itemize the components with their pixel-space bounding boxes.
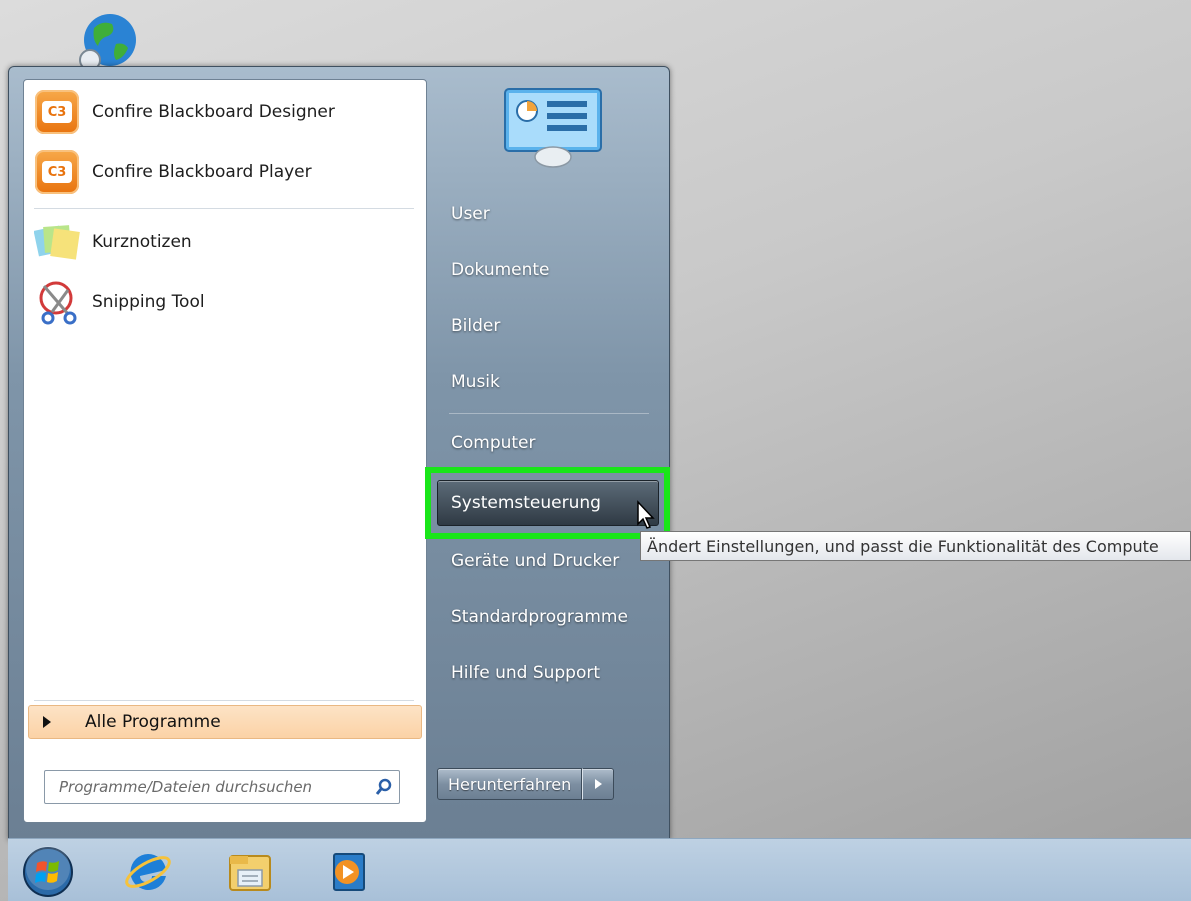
places-label: Bilder [451, 316, 501, 336]
places-item-standardprogramme[interactable]: Standardprogramme [439, 598, 661, 636]
arrow-right-icon [594, 779, 602, 789]
places-label: Systemsteuerung [451, 493, 601, 513]
places-label: Computer [451, 433, 536, 453]
program-item-kurznotizen[interactable]: Kurznotizen [30, 214, 420, 270]
places-divider [449, 413, 649, 414]
shutdown-label: Herunterfahren [448, 774, 572, 794]
taskbar [8, 838, 1191, 901]
search-box [44, 770, 400, 804]
places-pane: User Dokumente Bilder Musik Computer Ger… [429, 67, 669, 839]
places-item-musik[interactable]: Musik [439, 363, 661, 401]
all-programs-button[interactable]: Alle Programme [28, 705, 422, 739]
places-label: Geräte und Drucker [451, 551, 620, 571]
places-item-bilder[interactable]: Bilder [439, 307, 661, 345]
places-label: Hilfe und Support [451, 663, 601, 683]
internet-explorer-icon[interactable] [120, 845, 176, 899]
all-programs-divider [34, 700, 414, 701]
desktop-globe-icon [79, 14, 136, 68]
program-item-blackboard-designer[interactable]: C3 Confire Blackboard Designer [30, 84, 420, 140]
program-item-snipping-tool[interactable]: Snipping Tool [30, 274, 420, 330]
places-label: Musik [451, 372, 500, 392]
media-player-icon[interactable] [322, 845, 378, 899]
mouse-cursor-icon [637, 500, 655, 529]
arrow-right-icon [43, 716, 51, 728]
places-item-dokumente[interactable]: Dokumente [439, 251, 661, 289]
shutdown-options-button[interactable] [582, 768, 615, 800]
all-programs-label: Alle Programme [85, 712, 221, 732]
start-menu: C3 Confire Blackboard Designer C3 Confir… [8, 66, 670, 840]
program-item-blackboard-player[interactable]: C3 Confire Blackboard Player [30, 144, 420, 200]
tooltip-text: Ändert Einstellungen, und passt die Funk… [647, 536, 1159, 556]
program-label: Confire Blackboard Designer [92, 102, 335, 122]
places-item-hilfe-und-support[interactable]: Hilfe und Support [439, 654, 661, 692]
scissors-icon [30, 275, 84, 329]
places-label: Dokumente [451, 260, 550, 280]
places-label: User [451, 204, 490, 224]
search-input[interactable] [57, 772, 369, 802]
program-label: Snipping Tool [92, 292, 205, 312]
program-label: Kurznotizen [92, 232, 192, 252]
places-label: Standardprogramme [451, 607, 628, 627]
confire-c3-icon: C3 [30, 85, 84, 139]
places-item-computer[interactable]: Computer [439, 424, 661, 462]
sticky-notes-icon [30, 215, 84, 269]
places-item-user[interactable]: User [439, 195, 661, 233]
confire-c3-icon: C3 [30, 145, 84, 199]
places-item-systemsteuerung[interactable]: Systemsteuerung [437, 480, 659, 526]
control-panel-user-icon [501, 85, 605, 169]
shutdown-button[interactable]: Herunterfahren [437, 768, 583, 800]
tooltip: Ändert Einstellungen, und passt die Funk… [640, 531, 1191, 561]
search-icon[interactable] [369, 772, 399, 802]
shutdown-group: Herunterfahren [437, 768, 627, 800]
places-item-geraete-und-drucker[interactable]: Geräte und Drucker [439, 542, 661, 580]
program-label: Confire Blackboard Player [92, 162, 312, 182]
windows-start-orb-icon[interactable] [20, 845, 76, 899]
pinned-divider [34, 208, 414, 209]
programs-pane: C3 Confire Blackboard Designer C3 Confir… [23, 79, 427, 823]
windows-explorer-icon[interactable] [222, 845, 278, 899]
